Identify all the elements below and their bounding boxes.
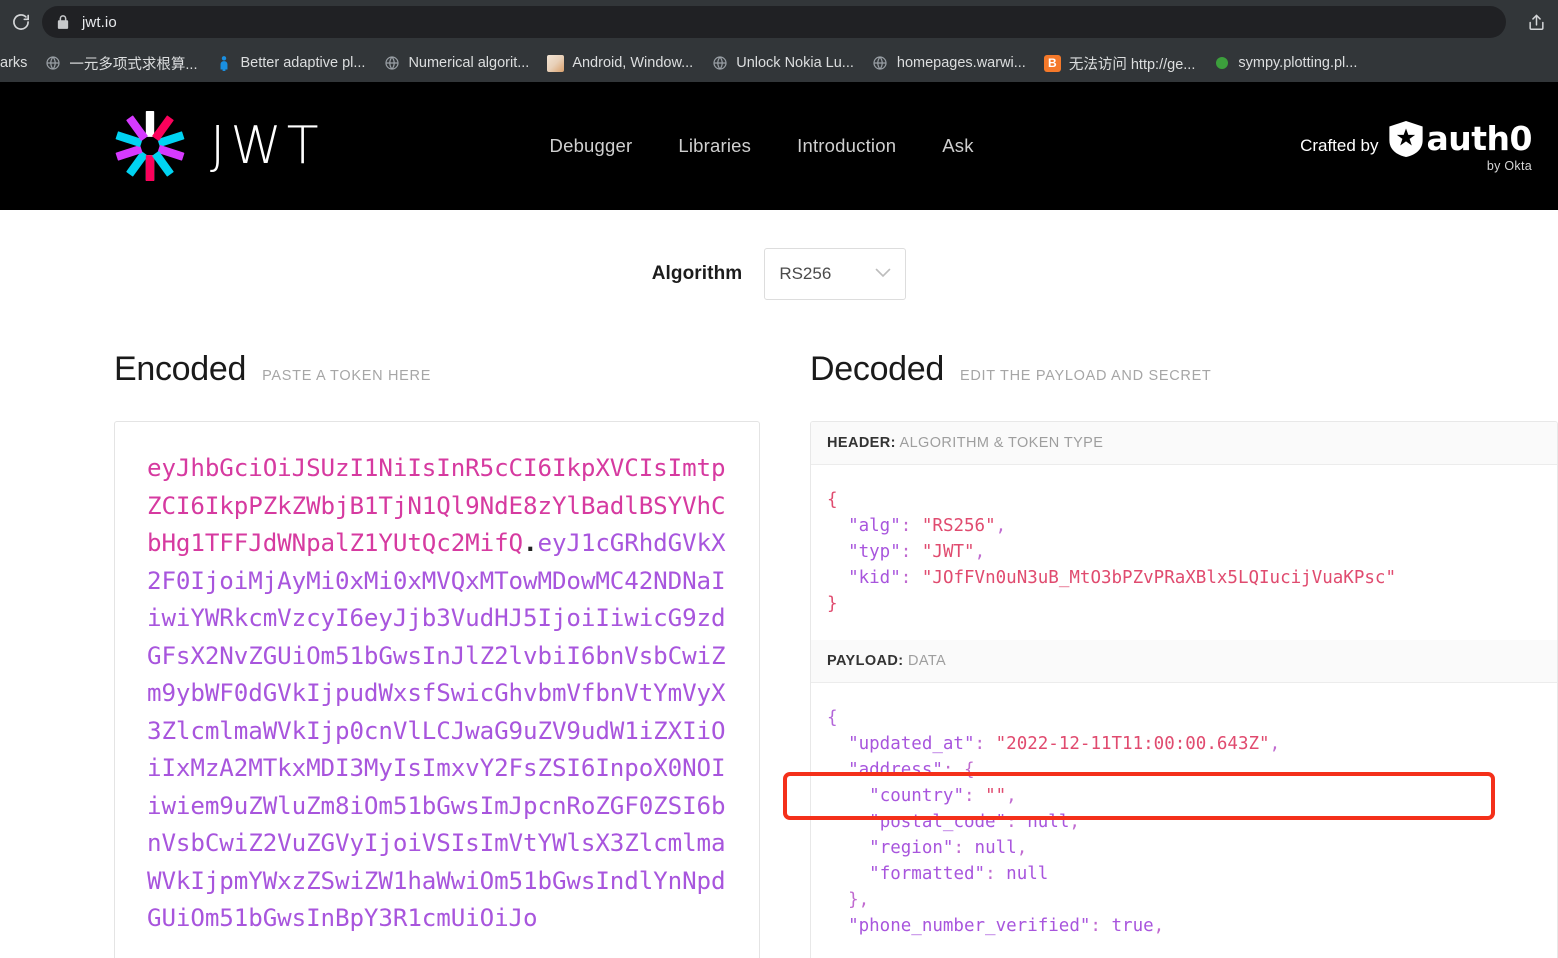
address-bar-url: jwt.io	[82, 13, 117, 31]
encoded-token-input[interactable]: eyJhbGciOiJSUzI1NiIsInR5cCI6IkpXVCIsImtp…	[114, 421, 760, 958]
browser-toolbar: jwt.io	[0, 0, 1558, 44]
reload-icon[interactable]	[6, 7, 36, 37]
blogger-favicon-icon: B	[1043, 54, 1061, 72]
header-typ-value: JWT	[932, 542, 965, 562]
encoded-column: Encoded PASTE A TOKEN HERE eyJhbGciOiJSU…	[0, 350, 760, 958]
bookmark-item[interactable]: 一元多项式求根算...	[35, 49, 206, 78]
auth0-tagline: by Okta	[1486, 159, 1532, 173]
bookmark-label: 一元多项式求根算...	[69, 56, 198, 73]
crafted-by-label: Crafted by	[1300, 136, 1379, 155]
crafted-by-auth0[interactable]: Crafted by auth0 by Okta	[1300, 119, 1532, 173]
globe-favicon-icon	[711, 55, 728, 72]
brand[interactable]: JWT	[112, 108, 324, 184]
payload-label-value: DATA	[907, 653, 947, 669]
encoded-token-text: eyJhbGciOiJSUzI1NiIsInR5cCI6IkpXVCIsImtp…	[147, 450, 737, 938]
bookmark-item[interactable]: Better adaptive pl...	[207, 51, 375, 76]
bookmark-item[interactable]: B 无法访问 http://ge...	[1035, 49, 1205, 78]
encoded-title: Encoded	[114, 350, 247, 388]
debugger-columns: Encoded PASTE A TOKEN HERE eyJhbGciOiJSU…	[0, 350, 1558, 958]
bookmark-label: homepages.warwi...	[896, 55, 1026, 71]
nav-link-introduction[interactable]: Introduction	[797, 135, 896, 157]
encoded-subtitle: PASTE A TOKEN HERE	[262, 368, 432, 384]
bookmark-label: sympy.plotting.pl...	[1238, 55, 1358, 71]
green-globe-favicon-icon	[1213, 55, 1230, 72]
payload-updated-at-value: 2022-12-11T11:00:00.643Z	[1006, 734, 1260, 754]
nav-link-debugger[interactable]: Debugger	[550, 135, 633, 157]
auth0-shield-icon	[1388, 120, 1423, 157]
person-favicon-icon	[216, 55, 233, 72]
globe-favicon-icon	[44, 55, 61, 72]
payload-label-key: PAYLOAD:	[827, 653, 904, 669]
globe-favicon-icon	[872, 55, 889, 72]
jwt-wordmark: JWT	[210, 116, 324, 176]
header-label-value: ALGORITHM & TOKEN TYPE	[899, 435, 1104, 451]
header-section-label: HEADER: ALGORITHM & TOKEN TYPE	[811, 422, 1557, 465]
header-kid-value: JOfFVn0uN3uB_MtO3bPZvPRaXBlx5LQIucijVuaK…	[932, 568, 1386, 588]
decoded-column: Decoded EDIT THE PAYLOAD AND SECRET HEAD…	[760, 350, 1558, 958]
browser-chrome: jwt.io arks 一元多项式求根算... Better adaptive …	[0, 0, 1558, 82]
share-icon[interactable]	[1524, 10, 1548, 34]
chevron-down-icon	[875, 266, 891, 282]
bookmarks-overflow-label[interactable]: arks	[0, 55, 27, 71]
main-nav: Debugger Libraries Introduction Ask	[550, 135, 974, 157]
auth0-logo: auth0 by Okta	[1388, 119, 1533, 173]
image-favicon-icon	[547, 54, 565, 72]
header-alg-value: RS256	[932, 516, 986, 536]
algorithm-selected-value: RS256	[779, 264, 832, 283]
bookmark-item[interactable]: sympy.plotting.pl...	[1204, 51, 1366, 76]
decoded-panel: HEADER: ALGORITHM & TOKEN TYPE { "alg": …	[810, 421, 1558, 958]
nav-link-libraries[interactable]: Libraries	[678, 135, 751, 157]
algorithm-label: Algorithm	[651, 263, 743, 284]
bookmark-label: Better adaptive pl...	[240, 55, 366, 71]
decoded-title: Decoded	[810, 350, 944, 388]
bookmark-item[interactable]: Numerical algorit...	[374, 51, 538, 76]
bookmark-label: Numerical algorit...	[408, 55, 530, 71]
globe-favicon-icon	[383, 55, 400, 72]
bookmark-label: 无法访问 http://ge...	[1068, 56, 1196, 73]
payload-section-label: PAYLOAD: DATA	[811, 640, 1557, 683]
token-payload-segment: eyJ1cGRhdGVkX2F0IjoiMjAyMi0xMi0xMVQxMTow…	[147, 529, 726, 932]
address-bar[interactable]: jwt.io	[42, 6, 1506, 38]
decoded-heading: Decoded EDIT THE PAYLOAD AND SECRET	[810, 350, 1558, 389]
lock-icon	[56, 14, 70, 30]
bookmark-item[interactable]: Android, Window...	[538, 51, 702, 76]
decoded-payload-editor[interactable]: { "updated_at": "2022-12-11T11:00:00.643…	[811, 683, 1557, 958]
main-content: Algorithm RS256 Encoded PASTE A TOKEN HE…	[0, 210, 1558, 958]
bookmark-label: Android, Window...	[572, 55, 694, 71]
bookmark-label: Unlock Nokia Lu...	[736, 55, 854, 71]
bookmark-item[interactable]: Unlock Nokia Lu...	[702, 51, 863, 76]
encoded-heading: Encoded PASTE A TOKEN HERE	[114, 350, 760, 389]
header-label-key: HEADER:	[827, 435, 896, 451]
decoded-subtitle: EDIT THE PAYLOAD AND SECRET	[960, 368, 1212, 384]
bookmark-item[interactable]: homepages.warwi...	[863, 51, 1035, 76]
auth0-wordmark: auth0	[1426, 119, 1533, 158]
token-separator: .	[523, 529, 538, 557]
nav-link-ask[interactable]: Ask	[942, 135, 973, 157]
algorithm-select[interactable]: RS256	[764, 248, 907, 300]
bookmarks-bar: arks 一元多项式求根算... Better adaptive pl... N…	[0, 44, 1558, 82]
decoded-header-editor[interactable]: { "alg": "RS256", "typ": "JWT", "kid": "…	[811, 465, 1557, 640]
jwt-starburst-logo-icon	[115, 111, 185, 181]
site-header: JWT Debugger Libraries Introduction Ask …	[0, 82, 1558, 210]
algorithm-bar: Algorithm RS256	[0, 210, 1558, 300]
